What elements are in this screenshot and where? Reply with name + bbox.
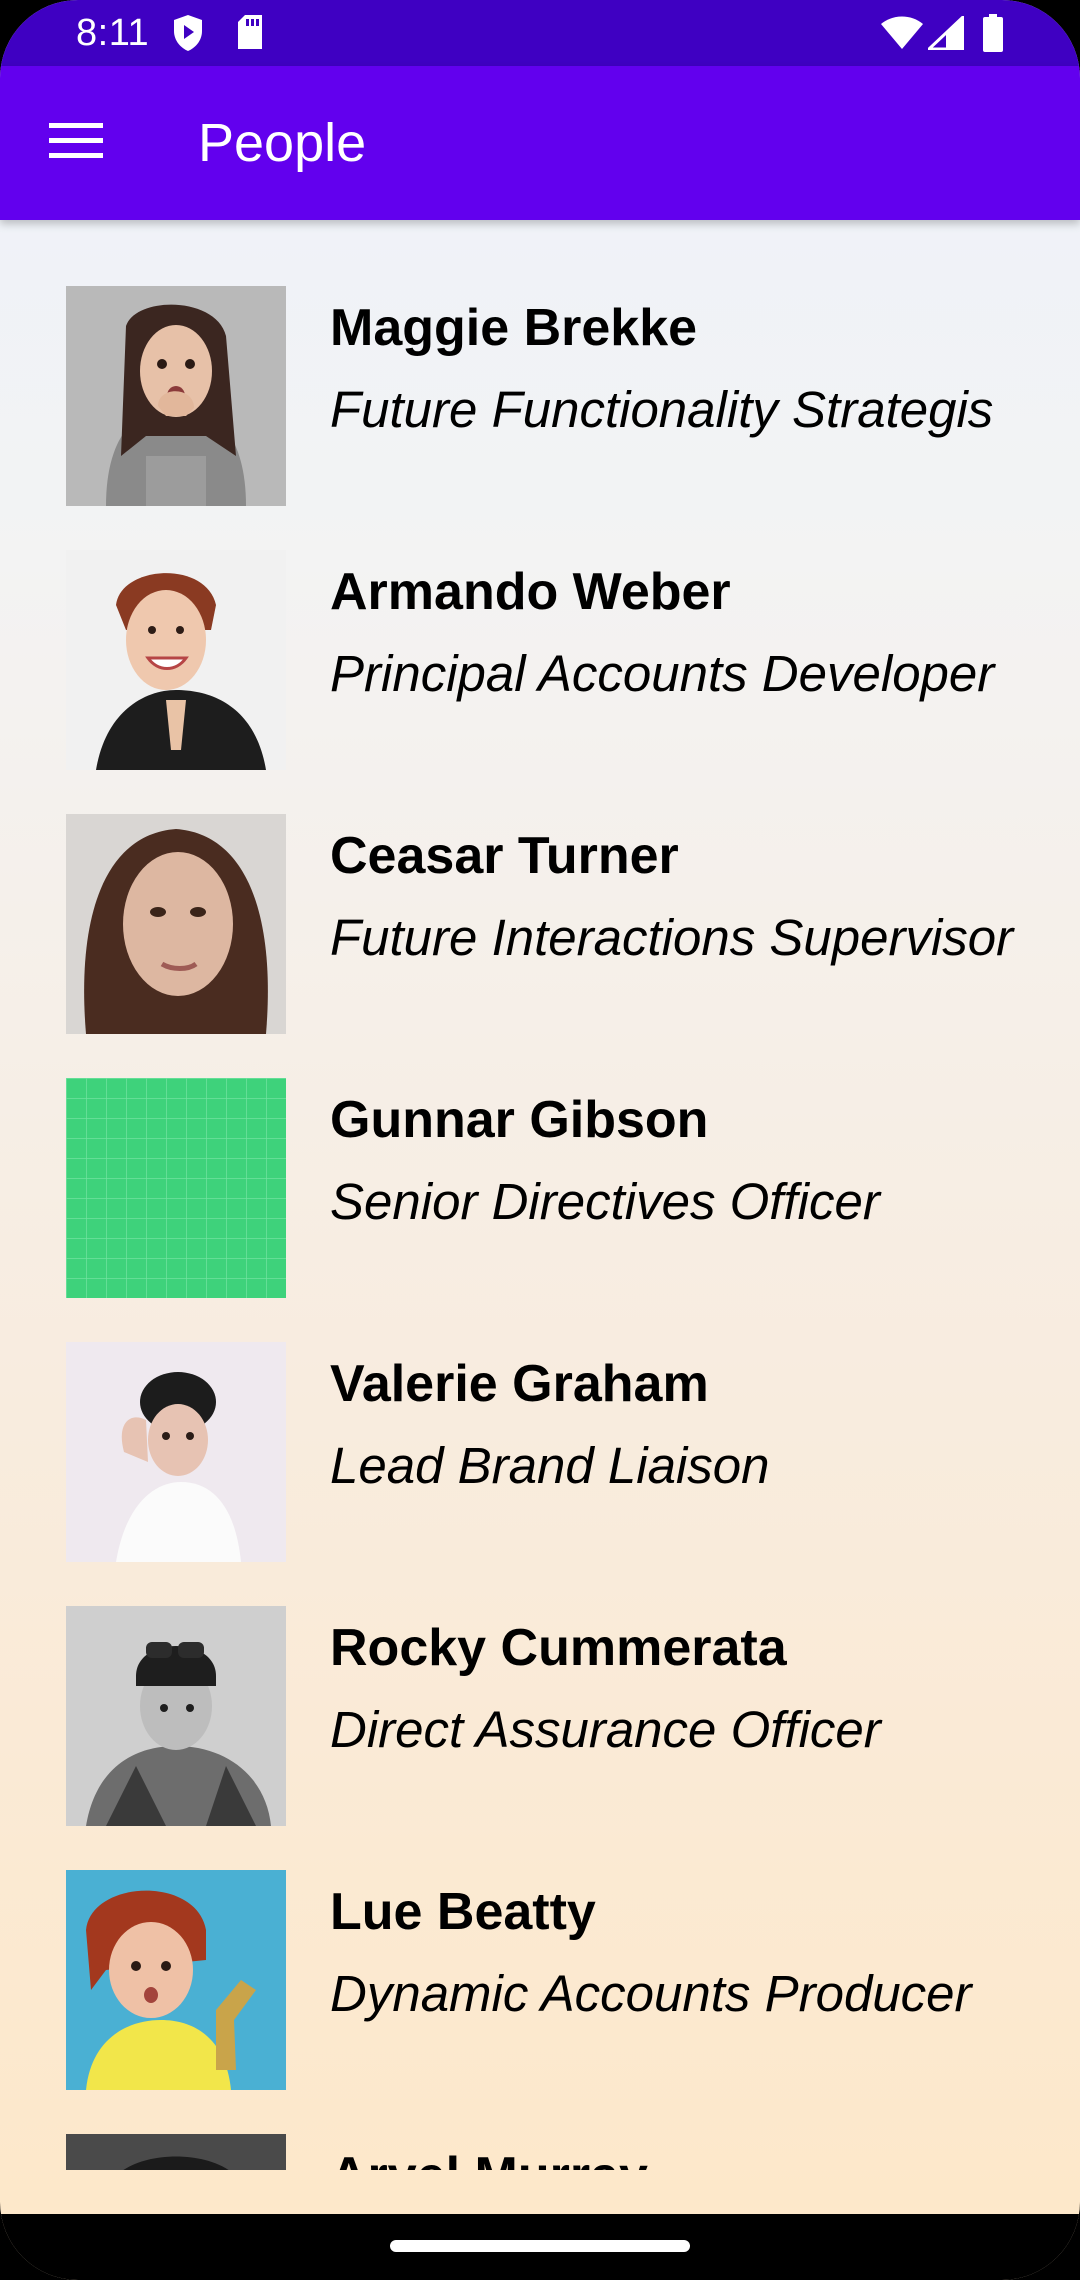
list-item[interactable]: Valerie Graham Lead Brand Liaison	[0, 1276, 1080, 1562]
avatar	[66, 1342, 286, 1562]
person-title: Principal Accounts Developer	[330, 645, 995, 702]
status-bar: 8:11	[0, 0, 1080, 66]
avatar	[66, 1078, 286, 1298]
person-name: Arvel Murray	[330, 2146, 1020, 2170]
list-item[interactable]: Lue Beatty Dynamic Accounts Producer	[0, 1804, 1080, 2090]
person-title: Direct Assurance Officer	[330, 1701, 881, 1758]
avatar	[66, 286, 286, 506]
battery-icon	[982, 14, 1004, 57]
status-time: 8:11	[76, 12, 150, 54]
person-title: Senior Directives Officer	[330, 1173, 880, 1230]
list-item[interactable]: Arvel Murray	[0, 2068, 1080, 2170]
avatar	[66, 1606, 286, 1826]
avatar	[66, 1870, 286, 2090]
wifi-icon	[880, 16, 924, 55]
screen: 8:11 People Maggie Brekke Future Functio…	[0, 0, 1080, 2280]
person-name: Ceasar Turner	[330, 827, 679, 885]
list-item[interactable]: Rocky Cummerata Direct Assurance Officer	[0, 1540, 1080, 1826]
menu-icon	[49, 122, 103, 165]
person-name: Maggie Brekke	[330, 299, 698, 357]
page-title: People	[198, 113, 367, 173]
people-list[interactable]: Maggie Brekke Future Functionality Strat…	[0, 220, 1080, 2170]
app-bar: People	[0, 66, 1080, 220]
navigation-bar	[0, 2214, 1080, 2280]
person-title: Future Functionality Strategis	[330, 381, 994, 438]
person-title: Lead Brand Liaison	[330, 1437, 770, 1494]
list-item[interactable]: Ceasar Turner Future Interactions Superv…	[0, 748, 1080, 1034]
person-name: Armando Weber	[330, 563, 731, 621]
sd-card-icon	[236, 14, 264, 55]
home-indicator[interactable]	[390, 2240, 690, 2252]
cell-signal-icon	[925, 13, 965, 55]
menu-button[interactable]	[36, 108, 116, 178]
shield-icon	[172, 14, 204, 57]
person-title: Future Interactions Supervisor	[330, 909, 1014, 966]
person-name: Lue Beatty	[330, 1883, 596, 1941]
person-title: Dynamic Accounts Producer	[330, 1965, 972, 2022]
avatar	[66, 2134, 286, 2170]
list-item[interactable]: Maggie Brekke Future Functionality Strat…	[0, 220, 1080, 506]
person-name: Gunnar Gibson	[330, 1091, 709, 1149]
list-item[interactable]: Gunnar Gibson Senior Directives Officer	[0, 1012, 1080, 1298]
person-name: Valerie Graham	[330, 1355, 709, 1413]
avatar	[66, 814, 286, 1034]
person-name: Rocky Cummerata	[330, 1619, 787, 1677]
list-item[interactable]: Armando Weber Principal Accounts Develop…	[0, 484, 1080, 770]
device-frame: 8:11 People Maggie Brekke Future Functio…	[0, 0, 1080, 2280]
avatar	[66, 550, 286, 770]
